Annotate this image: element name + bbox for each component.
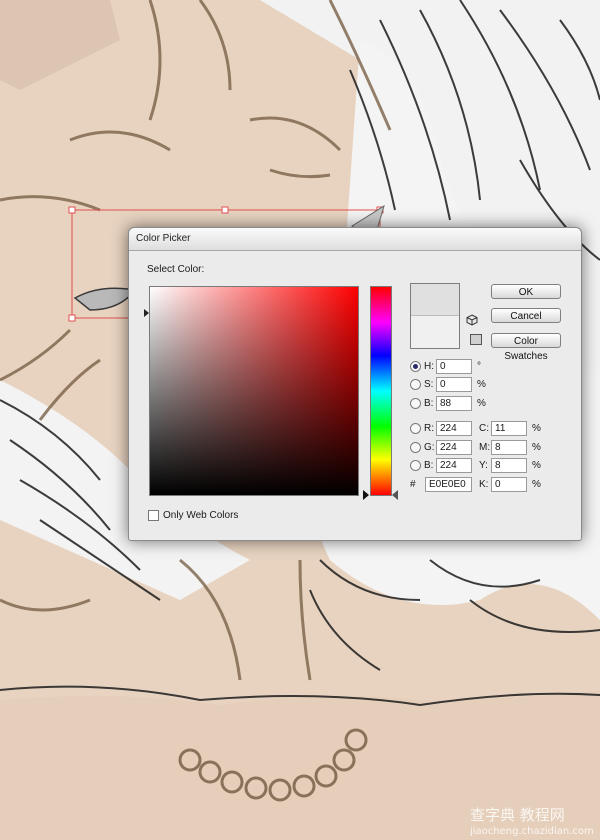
saturation-unit: % <box>477 379 486 390</box>
color-swatches-button[interactable]: Color Swatches <box>491 333 561 362</box>
black-field[interactable]: 0 <box>491 477 527 492</box>
black-label: K: <box>479 479 489 490</box>
only-web-colors-checkbox[interactable] <box>148 510 159 521</box>
hue-slider-arrow-left[interactable] <box>363 490 369 500</box>
hex-field[interactable]: E0E0E0 <box>425 477 472 492</box>
dialog-titlebar[interactable]: Color Picker <box>129 228 581 251</box>
green-radio[interactable] <box>410 442 421 453</box>
red-row: R: 224 <box>410 421 472 436</box>
out-of-gamut-cube-icon[interactable] <box>466 314 478 326</box>
cyan-row: C: 11 % <box>479 421 541 436</box>
magenta-unit: % <box>532 442 541 453</box>
brightness-unit: % <box>477 398 486 409</box>
green-label: G: <box>424 442 435 453</box>
red-field[interactable]: 224 <box>436 421 472 436</box>
hue-unit: ° <box>477 361 481 372</box>
magenta-label: M: <box>479 442 491 453</box>
hex-row: # E0E0E0 <box>410 477 472 492</box>
watermark-brand: 查字典 教程网 <box>470 806 565 824</box>
brightness-label: B: <box>424 398 434 409</box>
saturation-row: S: 0 % <box>410 377 486 392</box>
watermark-url: jiaocheng.chazidian.com <box>469 826 594 837</box>
select-color-label: Select Color: <box>147 264 205 275</box>
yellow-field[interactable]: 8 <box>491 458 527 473</box>
hue-label: H: <box>424 361 434 372</box>
dialog-title: Color Picker <box>136 233 191 244</box>
hue-row: H: 0 ° <box>410 359 481 374</box>
magenta-row: M: 8 % <box>479 440 541 455</box>
color-field[interactable] <box>144 286 359 496</box>
cyan-unit: % <box>532 423 541 434</box>
hue-field[interactable]: 0 <box>436 359 472 374</box>
color-field-marker[interactable] <box>144 309 149 317</box>
cyan-label: C: <box>479 423 489 434</box>
blue-row: B: 224 <box>410 458 472 473</box>
blue-label: B: <box>424 460 434 471</box>
black-row: K: 0 % <box>479 477 541 492</box>
hue-slider-arrow-right[interactable] <box>392 490 398 500</box>
saturation-radio[interactable] <box>410 379 421 390</box>
red-label: R: <box>424 423 434 434</box>
current-color-swatch[interactable] <box>411 316 459 348</box>
ok-button[interactable]: OK <box>491 284 561 299</box>
hue-slider[interactable] <box>370 286 392 496</box>
new-color-swatch <box>411 284 459 316</box>
brightness-row: B: 88 % <box>410 396 486 411</box>
hue-radio[interactable] <box>410 361 421 372</box>
color-picker-dialog: Color Picker Select Color: Only Web Colo… <box>128 227 582 541</box>
blue-field[interactable]: 224 <box>436 458 472 473</box>
brightness-field[interactable]: 88 <box>436 396 472 411</box>
brightness-radio[interactable] <box>410 398 421 409</box>
color-preview <box>410 283 460 349</box>
red-radio[interactable] <box>410 423 421 434</box>
magenta-field[interactable]: 8 <box>491 440 527 455</box>
saturation-label: S: <box>424 379 434 390</box>
hex-label: # <box>410 479 416 490</box>
black-unit: % <box>532 479 541 490</box>
cyan-field[interactable]: 11 <box>491 421 527 436</box>
saturation-field[interactable]: 0 <box>436 377 472 392</box>
yellow-row: Y: 8 % <box>479 458 541 473</box>
blue-radio[interactable] <box>410 460 421 471</box>
web-safe-swatch-icon[interactable] <box>470 334 482 345</box>
yellow-label: Y: <box>479 460 488 471</box>
green-row: G: 224 <box>410 440 472 455</box>
only-web-colors-toggle[interactable]: Only Web Colors <box>148 510 238 521</box>
green-field[interactable]: 224 <box>436 440 472 455</box>
cancel-button[interactable]: Cancel <box>491 308 561 323</box>
only-web-colors-label: Only Web Colors <box>163 510 239 521</box>
yellow-unit: % <box>532 460 541 471</box>
